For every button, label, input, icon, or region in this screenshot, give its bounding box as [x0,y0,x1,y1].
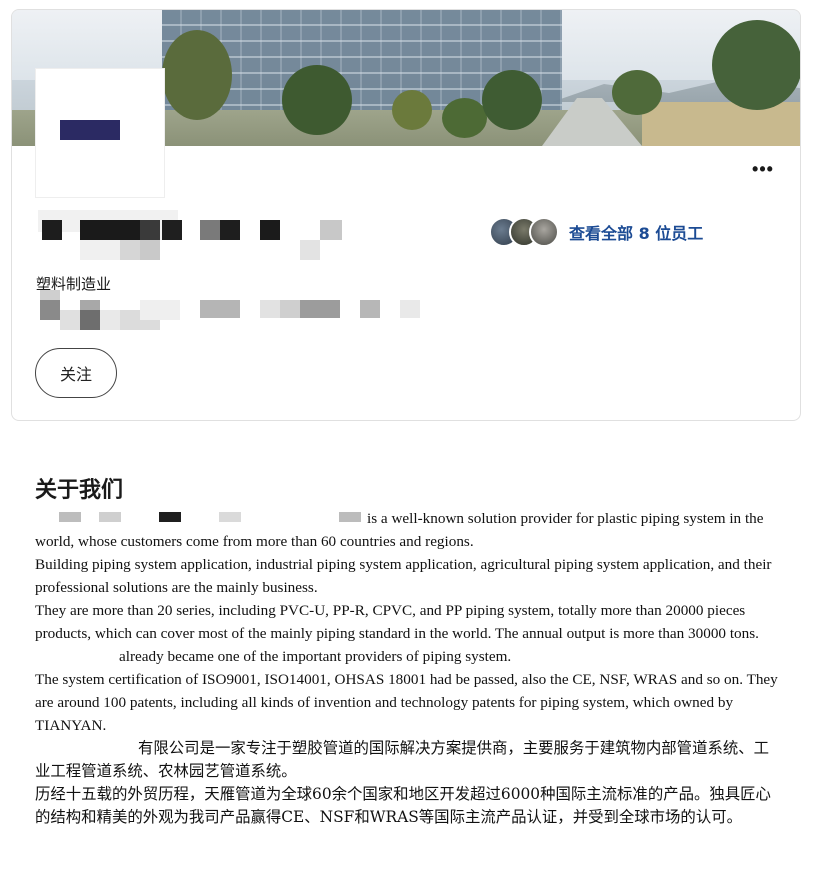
about-p3-tail: already became one of the important prov… [119,648,512,665]
about-paragraph: is a well-known solution provider for pl… [35,507,783,553]
employee-avatars [489,216,561,248]
company-name-redacted [38,210,368,275]
company-logo [36,69,164,197]
redacted-company-name [35,509,367,523]
view-employees-label[interactable]: 查看全部 8 位员工 [569,220,703,244]
about-paragraph-cn: 历经十五载的外贸历程，天雁管道为全球60余个国家和地区开发超过6000种国际主流… [35,785,771,826]
about-cn1-text: 有限公司是一家专注于塑胶管道的国际解决方案提供商，主要服务于建筑物内部管道系统、… [35,739,770,780]
about-paragraph: Building piping system application, indu… [35,556,772,596]
about-p3-text: They are more than 20 series, including … [35,602,759,642]
about-paragraph: They are more than 20 series, including … [35,599,783,668]
company-header-card: ••• 塑料制造业 查看全部 8 位员工 关注 [11,9,801,421]
logo-mark [60,120,120,140]
about-paragraph-cn: 有限公司是一家专注于塑胶管道的国际解决方案提供商，主要服务于建筑物内部管道系统、… [35,737,783,783]
avatar [529,217,559,247]
more-options-button[interactable]: ••• [750,160,776,178]
about-heading: 关于我们 [35,478,124,503]
view-employees-link[interactable]: 查看全部 8 位员工 [489,216,703,248]
company-meta-redacted [38,290,478,330]
follow-button[interactable]: 关注 [35,348,117,398]
about-paragraph: The system certification of ISO9001, ISO… [35,671,778,734]
about-description: is a well-known solution provider for pl… [35,507,783,829]
